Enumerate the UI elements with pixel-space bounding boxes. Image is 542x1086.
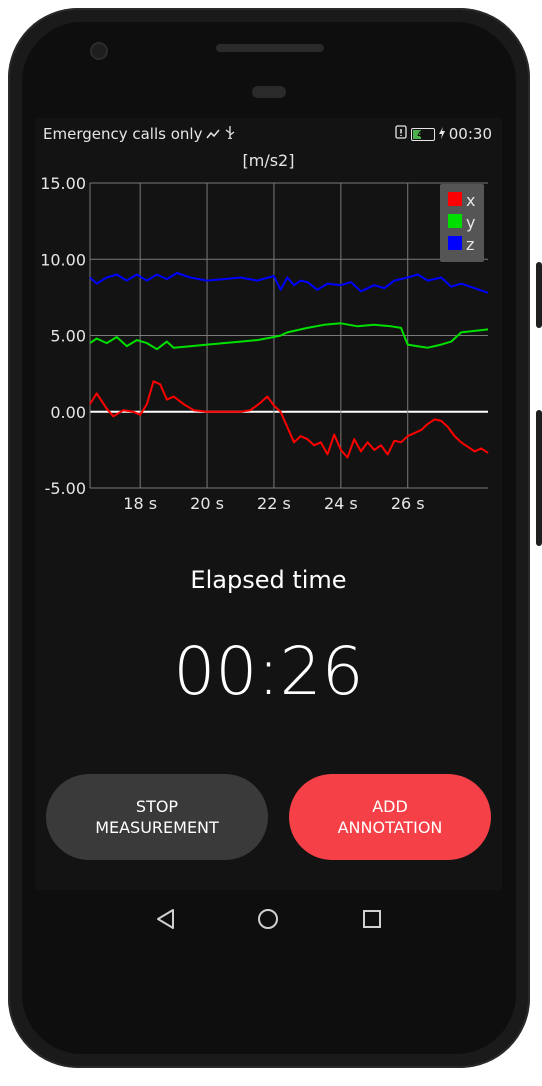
back-icon[interactable] <box>155 908 177 934</box>
battery-level: 40 <box>417 129 429 139</box>
series-line-y <box>89 322 489 351</box>
stop-measurement-button[interactable]: STOP MEASUREMENT <box>46 774 268 860</box>
home-icon[interactable] <box>257 908 279 934</box>
legend-label-z: z <box>466 235 474 254</box>
x-tick-label: 26 s <box>391 494 425 513</box>
series-line-x <box>89 380 489 459</box>
y-tick-label: 5.00 <box>50 327 86 346</box>
status-time: 00:30 <box>448 125 492 143</box>
recents-icon[interactable] <box>361 908 383 934</box>
chart-title: [m/s2] <box>242 151 295 170</box>
usb-icon <box>224 125 236 143</box>
battery-icon: 40 <box>410 127 435 141</box>
earpiece-speaker <box>216 44 324 52</box>
sim-alert-icon <box>395 125 407 143</box>
legend-swatch-x <box>448 192 462 206</box>
y-tick-label: 10.00 <box>40 250 86 269</box>
elapsed-time-label: Elapsed time <box>190 566 347 594</box>
app-screen: Emergency calls only 40 00:30 [m/s2] 15.… <box>35 118 502 890</box>
series-line-z <box>89 272 489 294</box>
add-annotation-button[interactable]: ADD ANNOTATION <box>289 774 491 860</box>
legend-label-y: y <box>466 213 475 232</box>
volume-button <box>536 262 542 328</box>
y-tick-label: 0.00 <box>50 403 86 422</box>
carrier-text: Emergency calls only <box>43 125 203 143</box>
signal-icon <box>206 125 221 143</box>
charging-icon <box>438 125 445 143</box>
status-bar: Emergency calls only 40 00:30 <box>35 118 502 148</box>
front-camera <box>90 42 108 60</box>
y-tick-label: -5.00 <box>45 479 86 498</box>
accelerometer-chart: 15.00 10.00 5.00 0.00 -5.00 18 s 20 s 22 s 24 s 2… <box>40 174 489 513</box>
power-button <box>536 410 542 546</box>
legend-swatch-z <box>448 236 462 250</box>
proximity-sensor <box>252 86 286 98</box>
x-tick-label: 20 s <box>190 494 224 513</box>
x-tick-label: 22 s <box>257 494 291 513</box>
x-tick-label: 24 s <box>324 494 358 513</box>
legend-swatch-y <box>448 214 462 228</box>
navigation-bar <box>35 890 502 950</box>
x-tick-label: 18 s <box>123 494 157 513</box>
y-tick-label: 15.00 <box>40 174 86 193</box>
legend-label-x: x <box>466 191 475 210</box>
elapsed-time-value: 00:26 <box>173 633 364 710</box>
